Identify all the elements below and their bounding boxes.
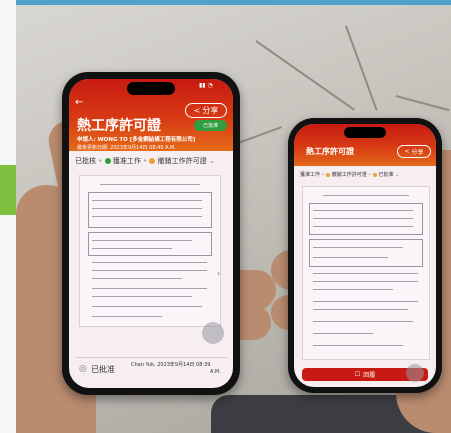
footer-signer-time: A.M. xyxy=(210,369,221,375)
status-badge: 已批准 xyxy=(194,120,227,131)
doc-section-box xyxy=(88,192,212,228)
applicant-text: 申請人: WONG TO [多金鋼結構工程有限公司] xyxy=(77,137,196,143)
doc-line xyxy=(313,289,393,290)
right-phone-screen: 熱工序許可證 < 分享 獲准工作 • 撤銷工作許可證 • 已批准 ⌄ ☐ 回覆 xyxy=(294,124,436,387)
doc-line xyxy=(92,240,192,241)
pending-dot-icon xyxy=(149,158,156,164)
workflow-steps: 獲准工作 • 撤銷工作許可證 • 已批准 ⌄ xyxy=(300,172,400,178)
floor-crack xyxy=(345,25,378,111)
chevron-down-icon[interactable]: ⌄ xyxy=(209,157,215,165)
flow-step-2: 撤銷工作許可證 xyxy=(157,157,207,165)
workflow-steps: 已批核 • 獲准工作 • 撤銷工作許可證 ⌄ xyxy=(75,157,215,165)
page-title: 熱工序許可證 xyxy=(77,118,161,134)
doc-line xyxy=(92,216,202,217)
approved-dot-icon xyxy=(104,158,111,164)
doc-line xyxy=(313,226,413,227)
flow-step-1: 獲准工作 xyxy=(112,157,141,165)
footer-signer: Chan Yuk, 2023年9月14日 08:39 xyxy=(131,362,211,368)
back-icon[interactable]: ← xyxy=(75,97,83,108)
photo-background: ▮▮ ◔ ← < 分享 已批准 熱工序許可證 申請人: WONG TO [多金鋼結… xyxy=(16,0,451,433)
doc-line xyxy=(313,301,418,302)
doc-line xyxy=(92,262,207,263)
floor-crack xyxy=(255,40,355,111)
share-button[interactable]: < 分享 xyxy=(397,145,431,158)
dynamic-island xyxy=(344,127,386,138)
page-margin-bottom xyxy=(0,215,16,433)
dynamic-island xyxy=(127,82,175,95)
doc-line xyxy=(92,248,172,249)
floor-crack xyxy=(395,95,450,112)
doc-line xyxy=(92,278,182,279)
flow-step-2: 撤銷工作許可證 xyxy=(331,172,367,178)
page-margin-top xyxy=(0,0,16,165)
permit-document xyxy=(302,186,430,360)
footer-status-label: 已批准 xyxy=(91,365,115,374)
doc-line xyxy=(92,296,192,297)
doc-line xyxy=(313,210,413,211)
share-button[interactable]: < 分享 xyxy=(185,103,227,118)
doc-line xyxy=(313,309,408,310)
share-icon: < xyxy=(193,106,201,115)
accent-strip xyxy=(0,165,16,215)
reply-icon: ☐ xyxy=(354,371,361,378)
top-accent-line xyxy=(16,0,451,5)
pending-dot-icon xyxy=(326,172,331,177)
left-phone: ▮▮ ◔ ← < 分享 已批准 熱工序許可證 申請人: WONG TO [多金鋼結… xyxy=(62,72,240,395)
doc-heading-line xyxy=(323,195,409,196)
chevron-down-icon[interactable]: ⌄ xyxy=(395,172,399,178)
doc-line xyxy=(92,208,202,209)
right-phone: 熱工序許可證 < 分享 獲准工作 • 撤銷工作許可證 • 已批准 ⌄ ☐ 回覆 xyxy=(288,118,442,393)
doc-line xyxy=(313,257,388,258)
doc-line xyxy=(313,321,413,322)
flow-approved: 已批核 xyxy=(75,157,96,165)
doc-line xyxy=(313,345,403,346)
doc-section-box xyxy=(309,203,423,235)
updated-text: 最後更新日期: 2023年9月14日 08:40 A.M. xyxy=(77,145,176,151)
pending-dot-icon xyxy=(372,172,377,177)
doc-line xyxy=(92,316,162,317)
left-phone-screen: ▮▮ ◔ ← < 分享 已批准 熱工序許可證 申請人: WONG TO [多金鋼結… xyxy=(69,79,233,388)
chevron-right-icon[interactable]: › xyxy=(217,269,220,278)
share-icon: < xyxy=(404,148,410,155)
reply-label: 回覆 xyxy=(363,372,376,379)
page-title: 熱工序許可證 xyxy=(306,147,354,156)
doc-section-box xyxy=(88,232,212,256)
doc-line xyxy=(313,218,413,219)
doc-line xyxy=(92,306,202,307)
doc-line xyxy=(92,270,207,271)
assistive-touch-button[interactable] xyxy=(202,322,224,344)
status-bar-signal: ▮▮ ◔ xyxy=(199,82,213,89)
flow-step-1: 獲准工作 xyxy=(300,172,321,178)
doc-line xyxy=(92,288,207,289)
flow-step-3: 已批准 xyxy=(378,172,394,178)
doc-line xyxy=(92,200,202,201)
assistive-touch-button[interactable] xyxy=(406,364,424,382)
permit-document xyxy=(79,175,221,327)
doc-section-box xyxy=(309,239,423,267)
doc-line xyxy=(313,247,403,248)
doc-line xyxy=(313,333,373,334)
doc-heading-line xyxy=(100,184,200,185)
doc-line xyxy=(313,273,418,274)
doc-line xyxy=(313,281,418,282)
share-label: 分享 xyxy=(411,149,424,156)
share-label: 分享 xyxy=(202,106,219,115)
status-icon: ◎ xyxy=(79,364,87,374)
footer-status: ◎ 已批准 Chan Yuk, 2023年9月14日 08:39 A.M. xyxy=(75,357,227,382)
